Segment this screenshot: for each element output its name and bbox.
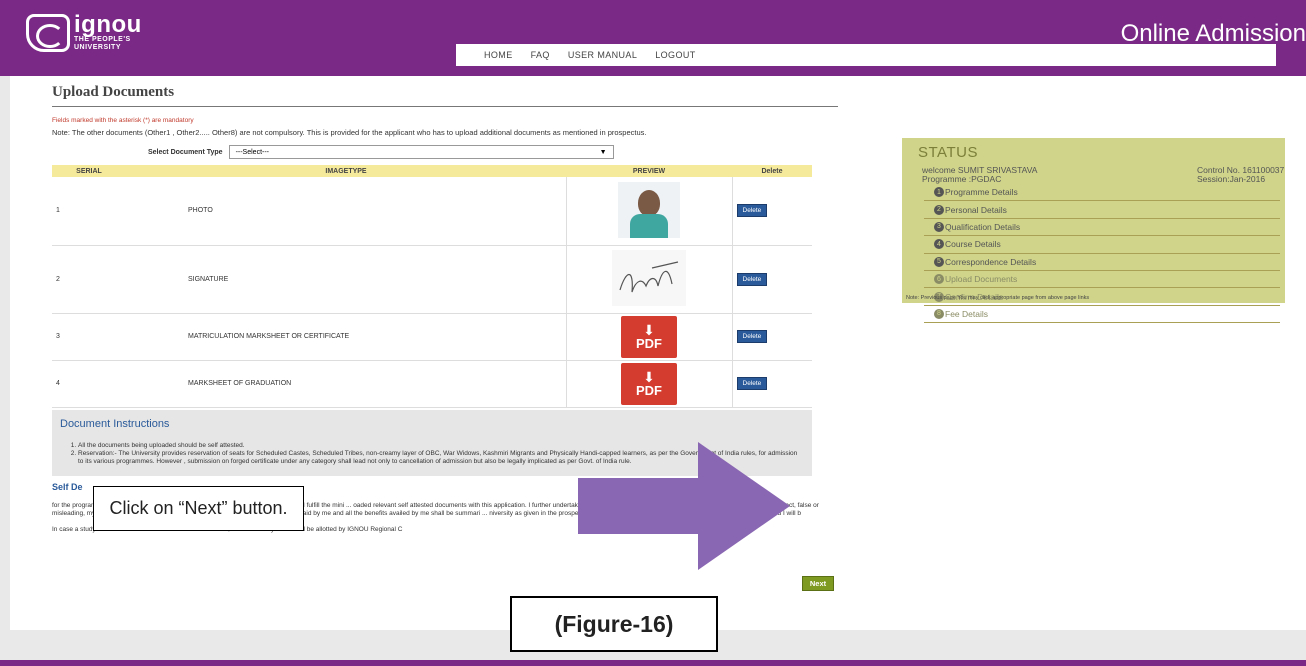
instruction-callout: Click on “Next” button. — [93, 486, 304, 531]
app-root: ignou THE PEOPLE'S UNIVERSITY Online Adm… — [0, 0, 1306, 666]
bottom-bar — [0, 660, 1306, 666]
pointer-arrow-icon — [578, 442, 790, 570]
figure-caption: (Figure-16) — [510, 596, 718, 652]
